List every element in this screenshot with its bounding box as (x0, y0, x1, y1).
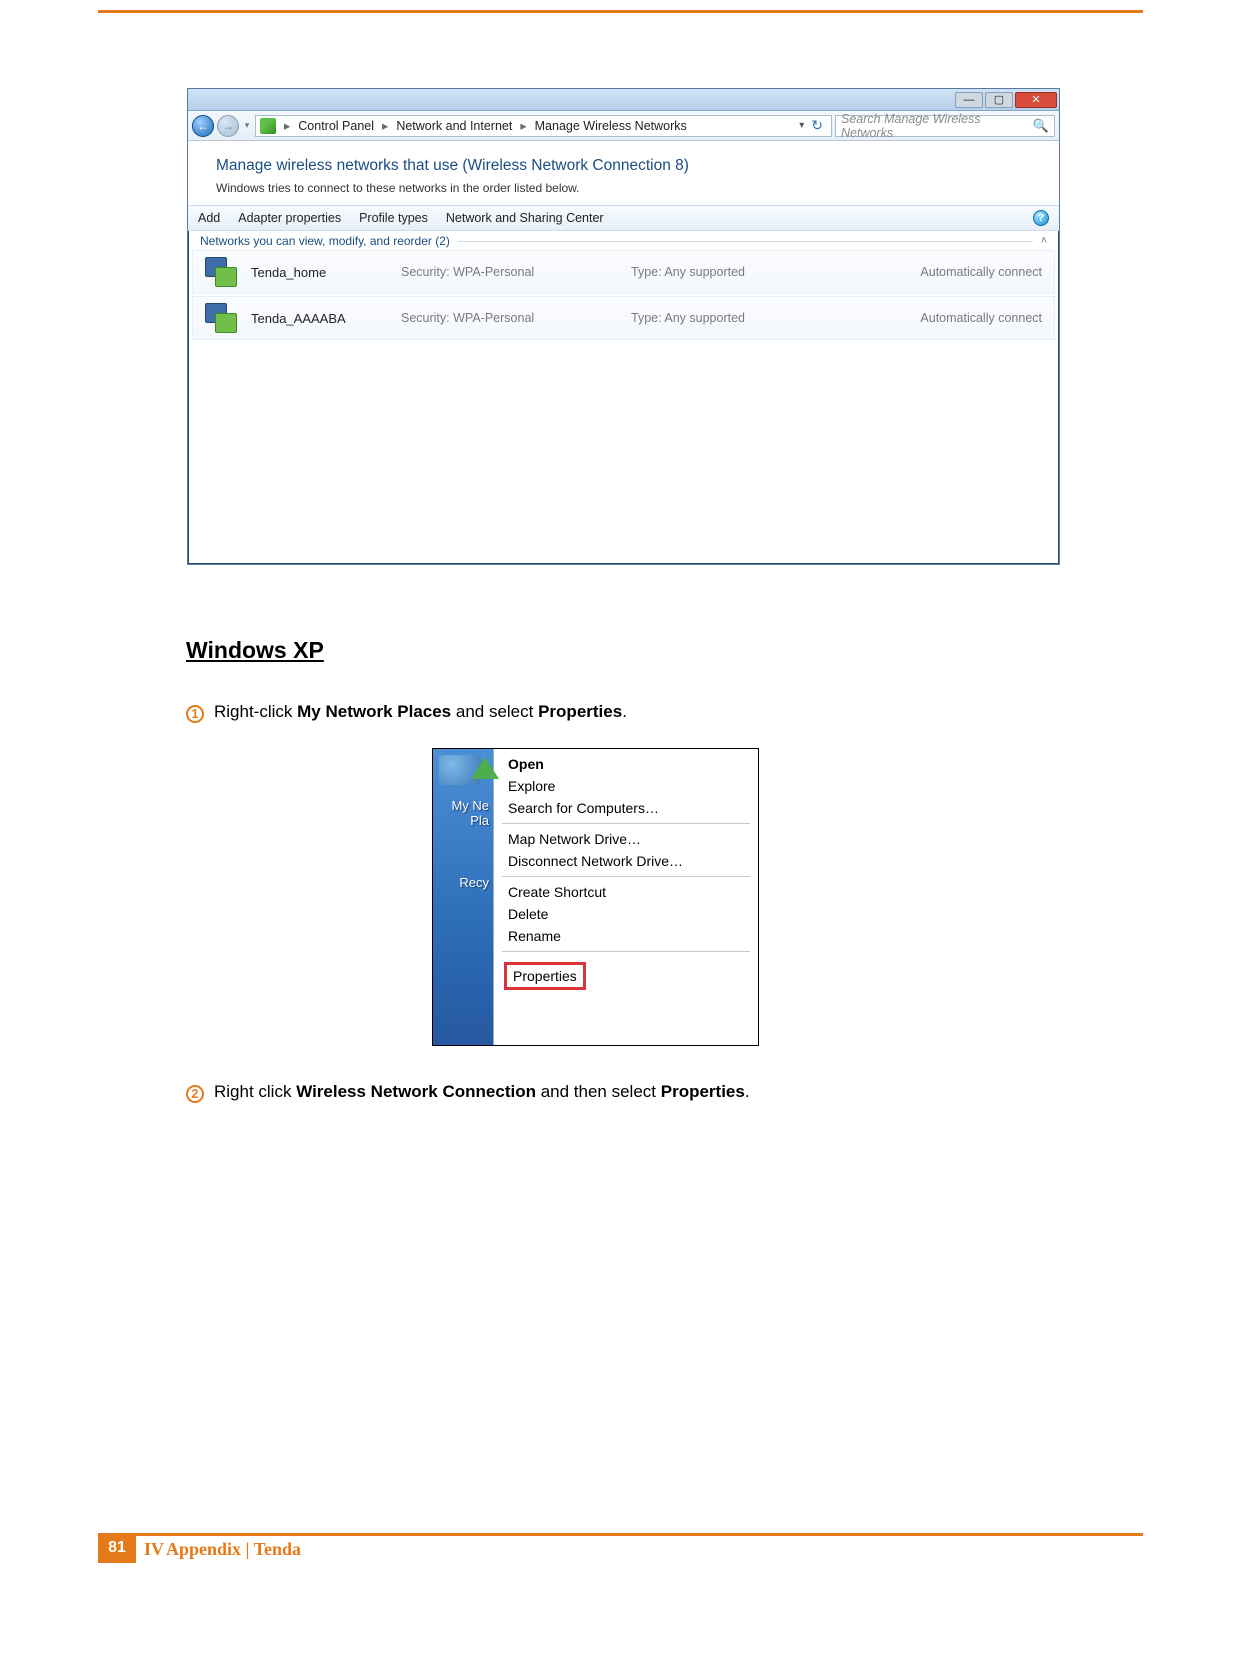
step-2: 2 Right click Wireless Network Connectio… (186, 1082, 750, 1102)
section-heading: Windows XP (186, 637, 324, 664)
chevron-right-icon: ▸ (377, 118, 393, 133)
network-type: Type: Any supported (631, 265, 841, 279)
page-subtitle: Windows tries to connect to these networ… (216, 181, 1031, 195)
group-label: Networks you can view, modify, and reord… (200, 234, 450, 248)
search-input[interactable]: Search Manage Wireless Networks 🔍 (835, 115, 1055, 137)
network-security: Security: WPA-Personal (401, 311, 631, 325)
step-number-icon: 2 (186, 1085, 204, 1103)
step-1: 1 Right-click My Network Places and sele… (186, 702, 627, 722)
footer-text: IV Appendix | Tenda (136, 1533, 1143, 1563)
menu-item-disconnect-drive[interactable]: Disconnect Network Drive… (494, 850, 758, 872)
breadcrumb-item[interactable]: Control Panel (298, 119, 374, 133)
network-auto: Automatically connect (920, 311, 1042, 325)
chevron-right-icon: ▸ (515, 118, 531, 133)
xp-context-menu-screenshot: My Ne Pla Recy Open Explore Search for C… (432, 748, 759, 1046)
refresh-icon[interactable]: ↻ (807, 117, 827, 134)
menu-separator (502, 876, 750, 877)
menu-item-delete[interactable]: Delete (494, 903, 758, 925)
menu-item-search[interactable]: Search for Computers… (494, 797, 758, 819)
address-dropdown-icon[interactable]: ▾ (799, 120, 804, 131)
address-bar: ← → ▾ ▸ Control Panel ▸ Network and Inte… (188, 111, 1059, 141)
menu-separator (502, 951, 750, 952)
menu-item-open[interactable]: Open (494, 753, 758, 775)
breadcrumb-item[interactable]: Network and Internet (396, 119, 512, 133)
step-text: Right click Wireless Network Connection … (214, 1082, 750, 1102)
context-menu: Open Explore Search for Computers… Map N… (493, 749, 758, 1045)
maximize-button[interactable]: ▢ (985, 92, 1013, 108)
network-row[interactable]: Tenda_AAAABA Security: WPA-Personal Type… (192, 296, 1055, 340)
manage-wireless-window: — ▢ ✕ ← → ▾ ▸ Control Panel ▸ Network an… (187, 88, 1060, 565)
menu-item-create-shortcut[interactable]: Create Shortcut (494, 881, 758, 903)
network-security: Security: WPA-Personal (401, 265, 631, 279)
desktop-label: My Ne Pla (433, 799, 489, 829)
network-auto: Automatically connect (920, 265, 1042, 279)
minimize-button[interactable]: — (955, 92, 983, 108)
search-icon: 🔍 (1033, 118, 1049, 134)
network-sharing-center-button[interactable]: Network and Sharing Center (446, 211, 604, 225)
network-name: Tenda_AAAABA (251, 311, 401, 326)
xp-desktop-strip: My Ne Pla Recy (433, 749, 493, 1045)
back-button[interactable]: ← (192, 115, 214, 137)
group-header: Networks you can view, modify, and reord… (188, 231, 1059, 248)
menu-item-map-drive[interactable]: Map Network Drive… (494, 828, 758, 850)
green-arrow-icon (471, 757, 499, 779)
menu-item-rename[interactable]: Rename (494, 925, 758, 947)
page-footer: 81 IV Appendix | Tenda (98, 1533, 1143, 1563)
adapter-properties-button[interactable]: Adapter properties (238, 211, 341, 225)
step-text: Right-click My Network Places and select… (214, 702, 627, 722)
profile-types-button[interactable]: Profile types (359, 211, 428, 225)
help-icon[interactable]: ? (1033, 210, 1049, 226)
collapse-icon[interactable]: ˄ (1033, 235, 1047, 247)
network-row[interactable]: Tenda_home Security: WPA-Personal Type: … (192, 250, 1055, 294)
search-placeholder: Search Manage Wireless Networks (841, 112, 1033, 140)
menu-separator (502, 823, 750, 824)
titlebar: — ▢ ✕ (188, 89, 1059, 111)
page-number: 81 (98, 1533, 136, 1563)
top-rule (98, 10, 1143, 13)
chevron-right-icon: ▸ (279, 118, 295, 133)
breadcrumb[interactable]: ▸ Control Panel ▸ Network and Internet ▸… (255, 115, 832, 137)
breadcrumb-item[interactable]: Manage Wireless Networks (535, 119, 687, 133)
desktop-label: Recy (433, 875, 489, 890)
command-bar: Add Adapter properties Profile types Net… (188, 205, 1059, 231)
forward-button[interactable]: → (217, 115, 239, 137)
nav-history-dropdown[interactable]: ▾ (242, 120, 252, 131)
close-button[interactable]: ✕ (1015, 92, 1057, 108)
page-title: Manage wireless networks that use (Wirel… (216, 157, 1031, 175)
divider (458, 241, 1033, 242)
network-type: Type: Any supported (631, 311, 841, 325)
menu-item-properties[interactable]: Properties (504, 962, 586, 990)
menu-item-explore[interactable]: Explore (494, 775, 758, 797)
network-name: Tenda_home (251, 265, 401, 280)
signal-icon (260, 118, 276, 134)
add-button[interactable]: Add (198, 211, 220, 225)
network-icon (205, 257, 241, 287)
page-banner: Manage wireless networks that use (Wirel… (188, 141, 1059, 205)
network-icon (205, 303, 241, 333)
step-number-icon: 1 (186, 705, 204, 723)
